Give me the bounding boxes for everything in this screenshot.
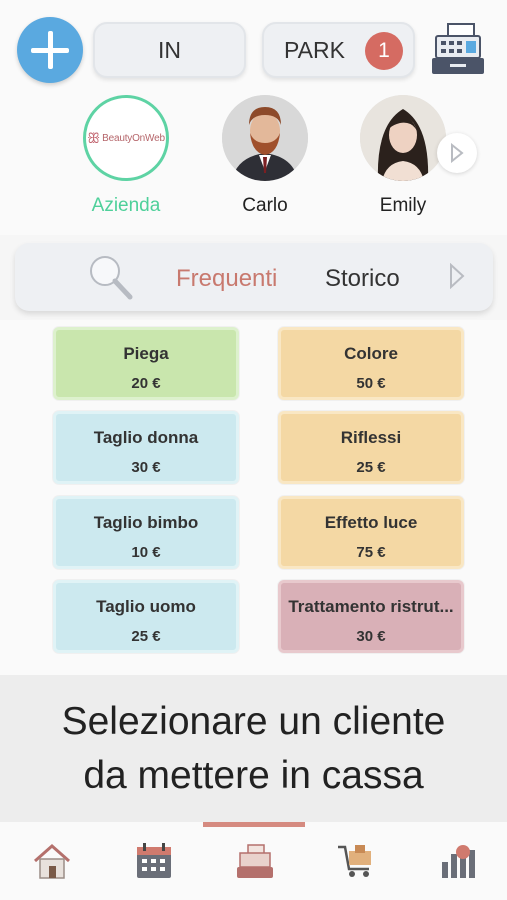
instruction-line-2: da mettere in cassa <box>83 754 424 797</box>
service-price: 25 € <box>356 459 386 476</box>
avatar <box>222 95 308 181</box>
tab-frequenti[interactable]: Frequenti <box>176 265 277 293</box>
company-logo-avatar: ꕥ BeautyOnWeb <box>83 95 169 181</box>
in-label: IN <box>158 36 181 63</box>
cash-register-icon[interactable] <box>235 842 275 880</box>
instruction-panel: Selezionare un cliente da mettere in cas… <box>0 675 507 822</box>
instruction-text: Selezionare un cliente da mettere in cas… <box>0 695 507 803</box>
service-tile[interactable]: Colore 50 € <box>278 327 464 400</box>
service-price: 30 € <box>131 459 161 476</box>
home-icon[interactable] <box>32 842 72 880</box>
service-tile[interactable]: Taglio uomo 25 € <box>53 580 239 653</box>
client-name: Carlo <box>242 195 288 216</box>
active-tab-indicator <box>203 822 305 827</box>
tab-storico[interactable]: Storico <box>325 265 400 293</box>
client-name: Emily <box>379 195 427 216</box>
service-name: Colore <box>344 344 398 363</box>
client-carlo[interactable]: Carlo <box>220 95 310 217</box>
service-name: Effetto luce <box>324 513 418 532</box>
next-clients-button[interactable] <box>437 133 477 173</box>
service-price: 20 € <box>131 375 161 392</box>
bottom-navigation <box>0 822 507 900</box>
service-tile[interactable]: Riflessi 25 € <box>278 411 464 484</box>
service-price: 30 € <box>356 628 386 645</box>
service-tile[interactable]: Taglio bimbo 10 € <box>53 496 239 569</box>
service-price: 10 € <box>131 544 161 561</box>
service-tabs: Frequenti Storico <box>15 243 493 311</box>
service-name: Trattamento ristrut... <box>288 597 454 616</box>
service-price: 75 € <box>356 544 386 561</box>
service-name: Riflessi <box>340 428 402 447</box>
service-tile[interactable]: Trattamento ristrut... 30 € <box>278 580 464 653</box>
cart-icon[interactable] <box>336 842 376 880</box>
service-name: Taglio donna <box>93 428 199 447</box>
calendar-icon[interactable] <box>134 842 174 880</box>
service-grid: Piega 20 € Colore 50 € Taglio donna 30 €… <box>0 320 507 675</box>
top-bar: IN PARK 1 <box>0 0 507 95</box>
park-count-badge: 1 <box>365 32 403 70</box>
client-azienda[interactable]: ꕥ BeautyOnWeb Azienda <box>81 95 171 217</box>
service-tile[interactable]: Taglio donna 30 € <box>53 411 239 484</box>
service-tile[interactable]: Piega 20 € <box>53 327 239 400</box>
add-button[interactable] <box>17 17 83 83</box>
search-icon[interactable] <box>85 253 135 303</box>
park-label: PARK <box>284 36 345 63</box>
butterfly-icon: ꕥ <box>87 129 101 146</box>
in-button[interactable]: IN <box>93 22 246 78</box>
service-price: 50 € <box>356 375 386 392</box>
service-name: Piega <box>123 344 169 363</box>
service-tile[interactable]: Effetto luce 75 € <box>278 496 464 569</box>
instruction-line-1: Selezionare un cliente <box>61 700 446 743</box>
service-price: 25 € <box>131 628 161 645</box>
stats-icon[interactable] <box>438 842 478 880</box>
park-button[interactable]: PARK 1 <box>262 22 415 78</box>
client-selector: ꕥ BeautyOnWeb Azienda Carlo Emily <box>0 95 507 235</box>
chevron-right-icon <box>451 143 464 163</box>
logo-text: BeautyOnWeb <box>102 132 165 144</box>
client-name: Azienda <box>91 195 161 216</box>
service-name: Taglio uomo <box>96 597 196 616</box>
service-name: Taglio bimbo <box>93 513 199 532</box>
avatar <box>360 95 446 181</box>
chevron-right-icon[interactable] <box>449 263 465 289</box>
cash-register-icon[interactable] <box>428 20 488 78</box>
client-emily[interactable]: Emily <box>358 95 448 217</box>
